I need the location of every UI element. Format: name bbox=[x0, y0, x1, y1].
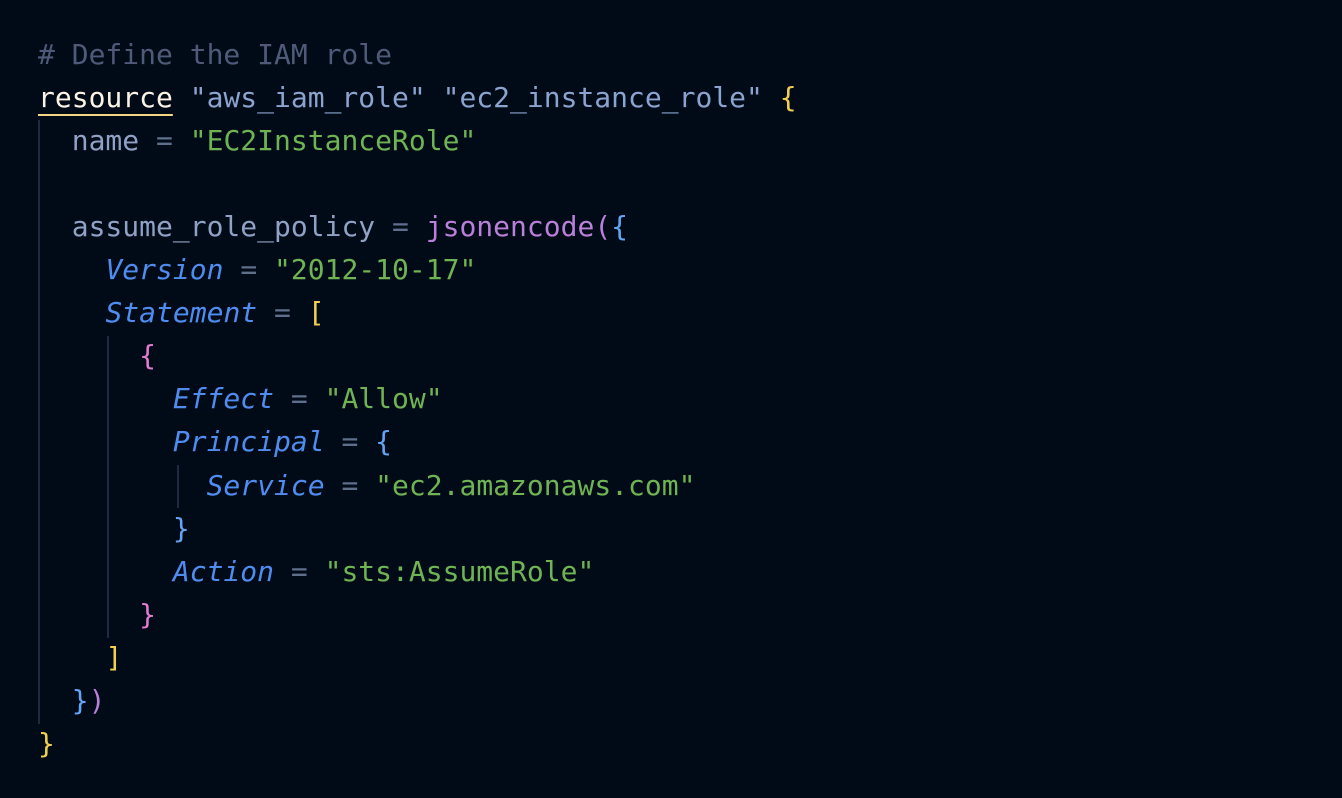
resource-type-string: "aws_iam_role" bbox=[189, 81, 426, 114]
close-brace: } bbox=[38, 727, 55, 760]
comment-text: # Define the IAM role bbox=[38, 38, 393, 71]
code-editor[interactable]: # Define the IAM role resource "aws_iam_… bbox=[0, 0, 1342, 798]
paren-close: ) bbox=[88, 684, 106, 717]
close-brace: } bbox=[172, 512, 190, 545]
equals-operator: = bbox=[274, 296, 291, 329]
equals-operator: = bbox=[290, 555, 308, 588]
code-line-9: Effect = "Allow" bbox=[38, 377, 443, 420]
version-value-string: "2012-10-17" bbox=[274, 253, 477, 286]
equals-operator: = bbox=[341, 425, 359, 458]
code-line-5: assume_role_policy = jsonencode({ bbox=[38, 205, 628, 248]
service-value-string: "ec2.amazonaws.com" bbox=[375, 469, 696, 502]
statement-key: Statement bbox=[105, 296, 258, 329]
bracket-open: [ bbox=[307, 296, 325, 329]
bracket-close: ] bbox=[105, 641, 123, 674]
code-line-6: Version = "2012-10-17" bbox=[38, 248, 476, 291]
code-line-15: ] bbox=[38, 636, 122, 679]
action-key: Action bbox=[172, 555, 275, 588]
code-line-3: name = "EC2InstanceRole" bbox=[38, 119, 477, 162]
name-value-string: "EC2InstanceRole" bbox=[189, 124, 477, 157]
code-line-14: } bbox=[38, 593, 156, 636]
name-attribute: name bbox=[71, 124, 140, 157]
code-line-2: resource "aws_iam_role" "ec2_instance_ro… bbox=[38, 76, 797, 119]
equals-operator: = bbox=[240, 253, 258, 286]
resource-name-string: "ec2_instance_role" bbox=[442, 81, 763, 114]
open-brace: { bbox=[139, 339, 157, 372]
resource-keyword: resource bbox=[38, 81, 173, 114]
equals-operator: = bbox=[156, 124, 173, 157]
paren-open: ( bbox=[594, 210, 612, 243]
effect-key: Effect bbox=[172, 382, 275, 415]
open-brace: { bbox=[611, 210, 629, 243]
equals-operator: = bbox=[341, 469, 359, 502]
code-line-7: Statement = [ bbox=[38, 291, 325, 334]
open-brace: { bbox=[375, 425, 393, 458]
version-key: Version bbox=[105, 253, 224, 286]
code-line-16: }) bbox=[38, 679, 106, 722]
code-line-8: { bbox=[38, 334, 156, 377]
equals-operator: = bbox=[392, 210, 409, 243]
code-line-13: Action = "sts:AssumeRole" bbox=[38, 550, 594, 593]
code-line-12: } bbox=[38, 507, 190, 550]
principal-key: Principal bbox=[172, 425, 325, 458]
code-line-1: # Define the IAM role bbox=[38, 33, 392, 76]
action-value-string: "sts:AssumeRole" bbox=[324, 555, 595, 588]
code-line-11: Service = "ec2.amazonaws.com" bbox=[38, 464, 696, 507]
jsonencode-function: jsonencode bbox=[425, 210, 595, 243]
close-brace: } bbox=[71, 684, 89, 717]
open-brace: { bbox=[779, 81, 797, 114]
close-brace: } bbox=[139, 598, 157, 631]
policy-attribute: assume_role_policy bbox=[71, 210, 376, 243]
effect-value-string: "Allow" bbox=[324, 382, 443, 415]
code-line-10: Principal = { bbox=[38, 420, 392, 463]
service-key: Service bbox=[206, 469, 325, 502]
equals-operator: = bbox=[290, 382, 308, 415]
code-line-17: } bbox=[38, 722, 55, 765]
